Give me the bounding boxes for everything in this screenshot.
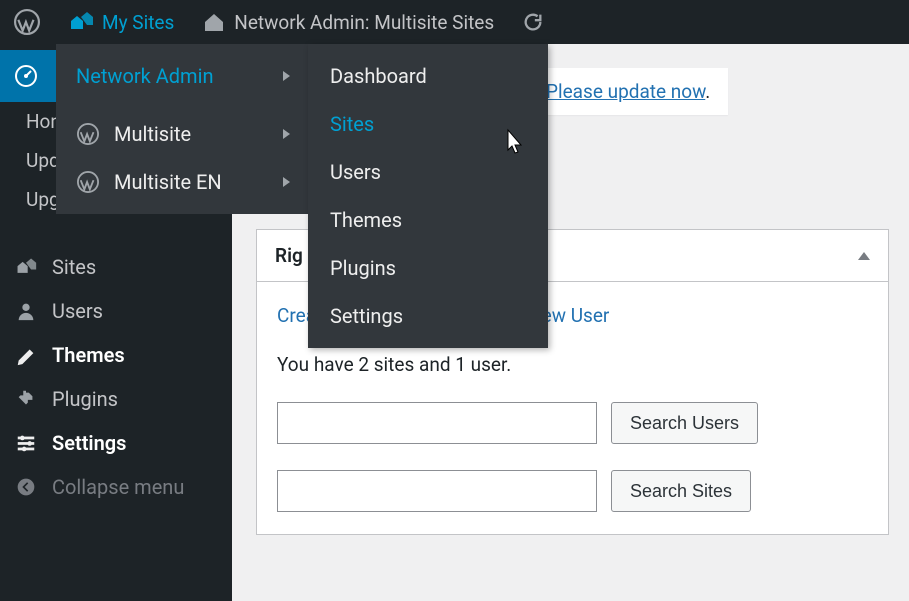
search-users-input[interactable]: [277, 402, 597, 444]
update-now-link[interactable]: Please update now: [546, 80, 705, 103]
flyout2-item-users[interactable]: Users: [308, 148, 548, 196]
flyout2-item-label: Plugins: [330, 256, 396, 280]
my-sites-label: My Sites: [102, 11, 174, 34]
admin-toolbar: My Sites Network Admin: Multisite Sites: [0, 0, 909, 44]
settings-icon: [14, 432, 38, 454]
sidebar-item-label: Themes: [52, 343, 125, 367]
flyout2-item-plugins[interactable]: Plugins: [308, 244, 548, 292]
panel-title: Rig: [275, 244, 303, 267]
chevron-right-icon: [283, 177, 290, 187]
caret-up-icon: [858, 252, 870, 260]
multisite-icon: [68, 11, 94, 33]
flyout2-item-themes[interactable]: Themes: [308, 196, 548, 244]
plugins-icon: [14, 388, 38, 410]
wordpress-logo-icon: [76, 171, 100, 193]
search-sites-button[interactable]: Search Sites: [611, 470, 751, 512]
search-users-row: Search Users: [277, 402, 868, 444]
search-sites-input[interactable]: [277, 470, 597, 512]
sidebar-item-label: Collapse menu: [52, 475, 184, 499]
flyout2-item-label: Dashboard: [330, 64, 427, 88]
sidebar-item-plugins[interactable]: Plugins: [0, 377, 232, 421]
sidebar-item-label: Settings: [52, 431, 126, 455]
network-stats: You have 2 sites and 1 user.: [277, 353, 868, 376]
flyout-item-label: Multisite EN: [114, 170, 222, 194]
sidebar-item-themes[interactable]: Themes: [0, 333, 232, 377]
themes-icon: [14, 344, 38, 366]
sidebar-item-users[interactable]: Users: [0, 289, 232, 333]
flyout2-item-sites[interactable]: Sites: [308, 100, 548, 148]
users-icon: [14, 300, 38, 322]
chevron-right-icon: [283, 71, 290, 81]
wordpress-logo-icon: [14, 9, 40, 35]
wp-logo-item[interactable]: [0, 0, 54, 44]
wordpress-logo-icon: [76, 123, 100, 145]
sidebar-sub-label: Upd: [26, 149, 60, 172]
flyout-item-multisite-en[interactable]: Multisite EN: [56, 158, 308, 206]
current-site-menu[interactable]: Network Admin: Multisite Sites: [188, 0, 508, 44]
sidebar-item-label: Sites: [52, 255, 96, 279]
flyout2-item-label: Themes: [330, 208, 402, 232]
sidebar-item-label: Users: [52, 299, 103, 323]
search-users-button[interactable]: Search Users: [611, 402, 758, 444]
update-notice: Please update now.: [524, 68, 728, 115]
flyout2-item-label: Users: [330, 160, 381, 184]
flyout-item-label: Network Admin: [76, 64, 214, 88]
collapse-icon: [14, 477, 38, 497]
current-site-label: Network Admin: Multisite Sites: [234, 11, 494, 34]
flyout2-item-label: Sites: [330, 112, 374, 136]
sidebar-collapse[interactable]: Collapse menu: [0, 465, 232, 509]
flyout2-item-dashboard[interactable]: Dashboard: [308, 52, 548, 100]
flyout2-item-settings[interactable]: Settings: [308, 292, 548, 340]
flyout2-item-label: Settings: [330, 304, 403, 328]
network-admin-flyout: Dashboard Sites Users Themes Plugins Set…: [308, 44, 548, 348]
sidebar-item-settings[interactable]: Settings: [0, 421, 232, 465]
my-sites-flyout: Network Admin Multisite Multisite EN: [56, 44, 308, 214]
search-sites-row: Search Sites: [277, 470, 868, 512]
sites-icon: [14, 257, 38, 277]
refresh-item[interactable]: [508, 0, 558, 44]
flyout-item-multisite[interactable]: Multisite: [56, 110, 308, 158]
my-sites-menu[interactable]: My Sites: [54, 0, 188, 44]
flyout-item-network-admin[interactable]: Network Admin: [56, 52, 308, 100]
sidebar-item-label: Plugins: [52, 387, 118, 411]
dashboard-icon: [14, 64, 38, 88]
home-icon: [202, 11, 226, 33]
refresh-icon: [522, 11, 544, 33]
flyout-item-label: Multisite: [114, 122, 191, 146]
sidebar-item-sites[interactable]: Sites: [0, 245, 232, 289]
chevron-right-icon: [283, 129, 290, 139]
